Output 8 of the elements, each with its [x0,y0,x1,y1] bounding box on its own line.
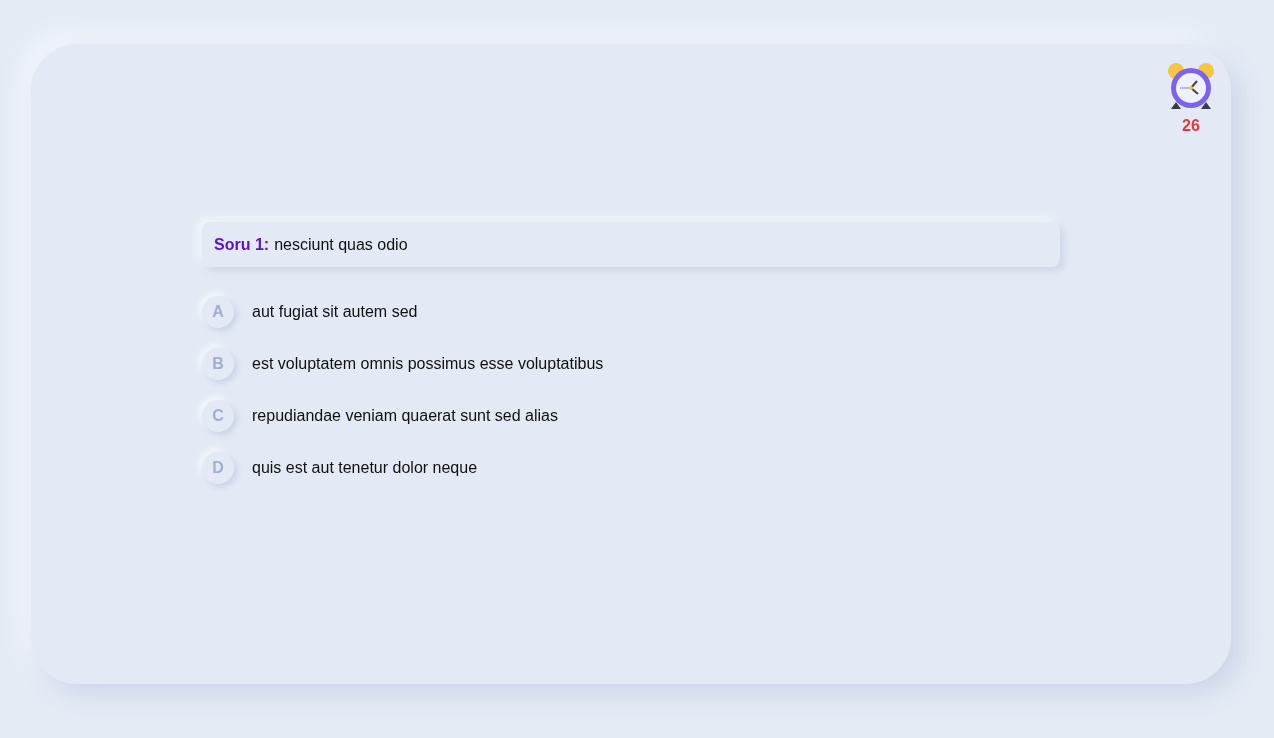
option-text[interactable]: aut fugiat sit autem sed [252,300,418,324]
option-text[interactable]: repudiandae veniam quaerat sunt sed alias [252,404,558,428]
alarm-clock-icon [1166,62,1216,110]
question-number: Soru 1: [214,234,270,255]
countdown-seconds: 26 [1182,118,1200,134]
question-text: nesciunt quas odio [274,234,408,255]
option-text[interactable]: quis est aut tenetur dolor neque [252,456,478,480]
option-text[interactable]: est voluptatem omnis possimus esse voluptatibus [252,352,604,376]
